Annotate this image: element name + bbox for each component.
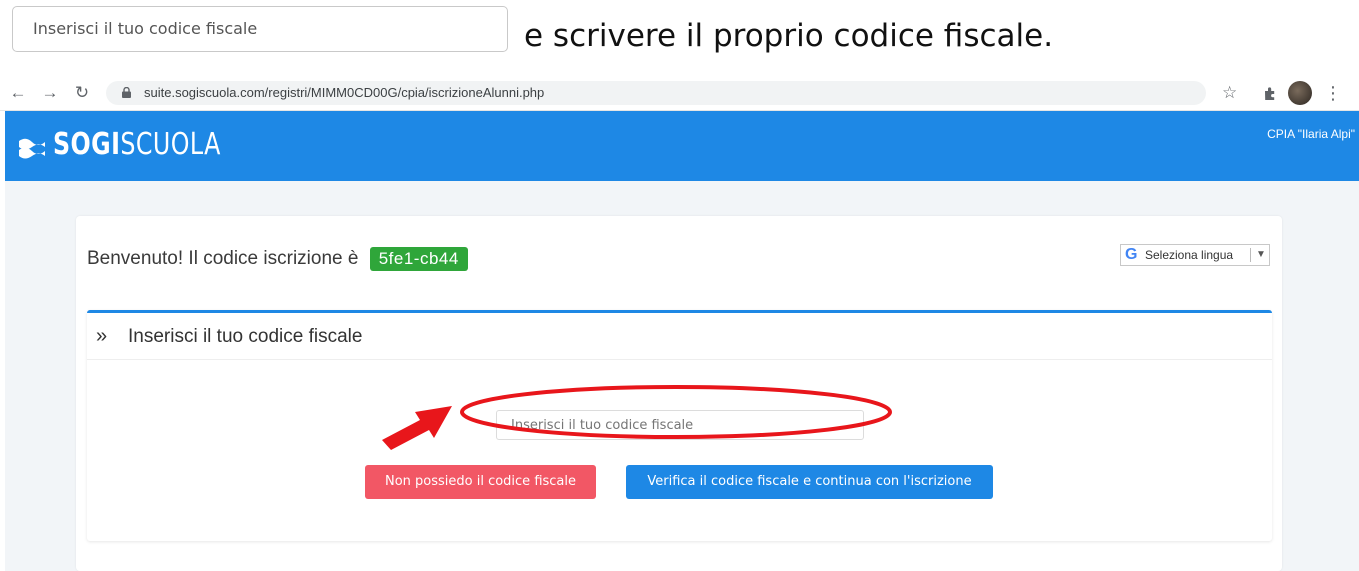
reload-icon[interactable]: ↻ (72, 82, 92, 104)
double-chevron-right-icon: » (96, 325, 108, 347)
extensions-icon[interactable] (1262, 85, 1278, 101)
profile-avatar[interactable] (1288, 81, 1312, 105)
logo-bold: SOGI (53, 127, 121, 162)
menu-icon[interactable]: ⋮ (1324, 82, 1342, 104)
back-icon[interactable]: ← (8, 82, 28, 104)
app-header: SOGISCUOLA CPIA "Ilaria Alpi" (5, 111, 1359, 181)
logo-light: SCUOLA (120, 127, 221, 162)
logo-text[interactable]: SOGISCUOLA (53, 127, 221, 163)
enrollment-code-badge: 5fe1-cb44 (369, 247, 468, 271)
address-bar[interactable]: suite.sogiscuola.com/registri/MIMM0CD00G… (106, 81, 1206, 105)
language-select-label: Seleziona lingua (1145, 248, 1234, 262)
language-select[interactable]: G Seleziona lingua ▼ (1120, 244, 1270, 266)
tutorial-input-sample: Inserisci il tuo codice fiscale (12, 6, 508, 52)
annotation-arrow-icon (382, 406, 452, 450)
browser-toolbar: ← → ↻ suite.sogiscuola.com/registri/MIMM… (0, 79, 1359, 111)
panel-header: » Inserisci il tuo codice fiscale (87, 313, 1272, 360)
lock-icon (122, 87, 131, 98)
welcome-text: Benvenuto! Il codice iscrizione è (87, 248, 359, 269)
dropdown-arrow-icon: ▼ (1256, 249, 1266, 260)
google-g-icon: G (1125, 246, 1138, 263)
welcome-line: Benvenuto! Il codice iscrizione è 5fe1-c… (87, 246, 468, 272)
verify-fiscal-code-button[interactable]: Verifica il codice fiscale e continua co… (626, 465, 993, 499)
logo-wave-icon (19, 138, 45, 159)
no-fiscal-code-button[interactable]: Non possiedo il codice fiscale (365, 465, 596, 499)
panel-title: Inserisci il tuo codice fiscale (128, 326, 363, 347)
language-select-divider (1250, 248, 1251, 262)
tutorial-caption: e scrivere il proprio codice fiscale. (524, 18, 1054, 54)
star-icon[interactable]: ☆ (1222, 82, 1237, 104)
url-text: suite.sogiscuola.com/registri/MIMM0CD00G… (144, 85, 545, 100)
forward-icon[interactable]: → (40, 82, 60, 104)
school-name: CPIA "Ilaria Alpi" (1267, 127, 1355, 141)
annotation-ellipse (460, 385, 892, 439)
